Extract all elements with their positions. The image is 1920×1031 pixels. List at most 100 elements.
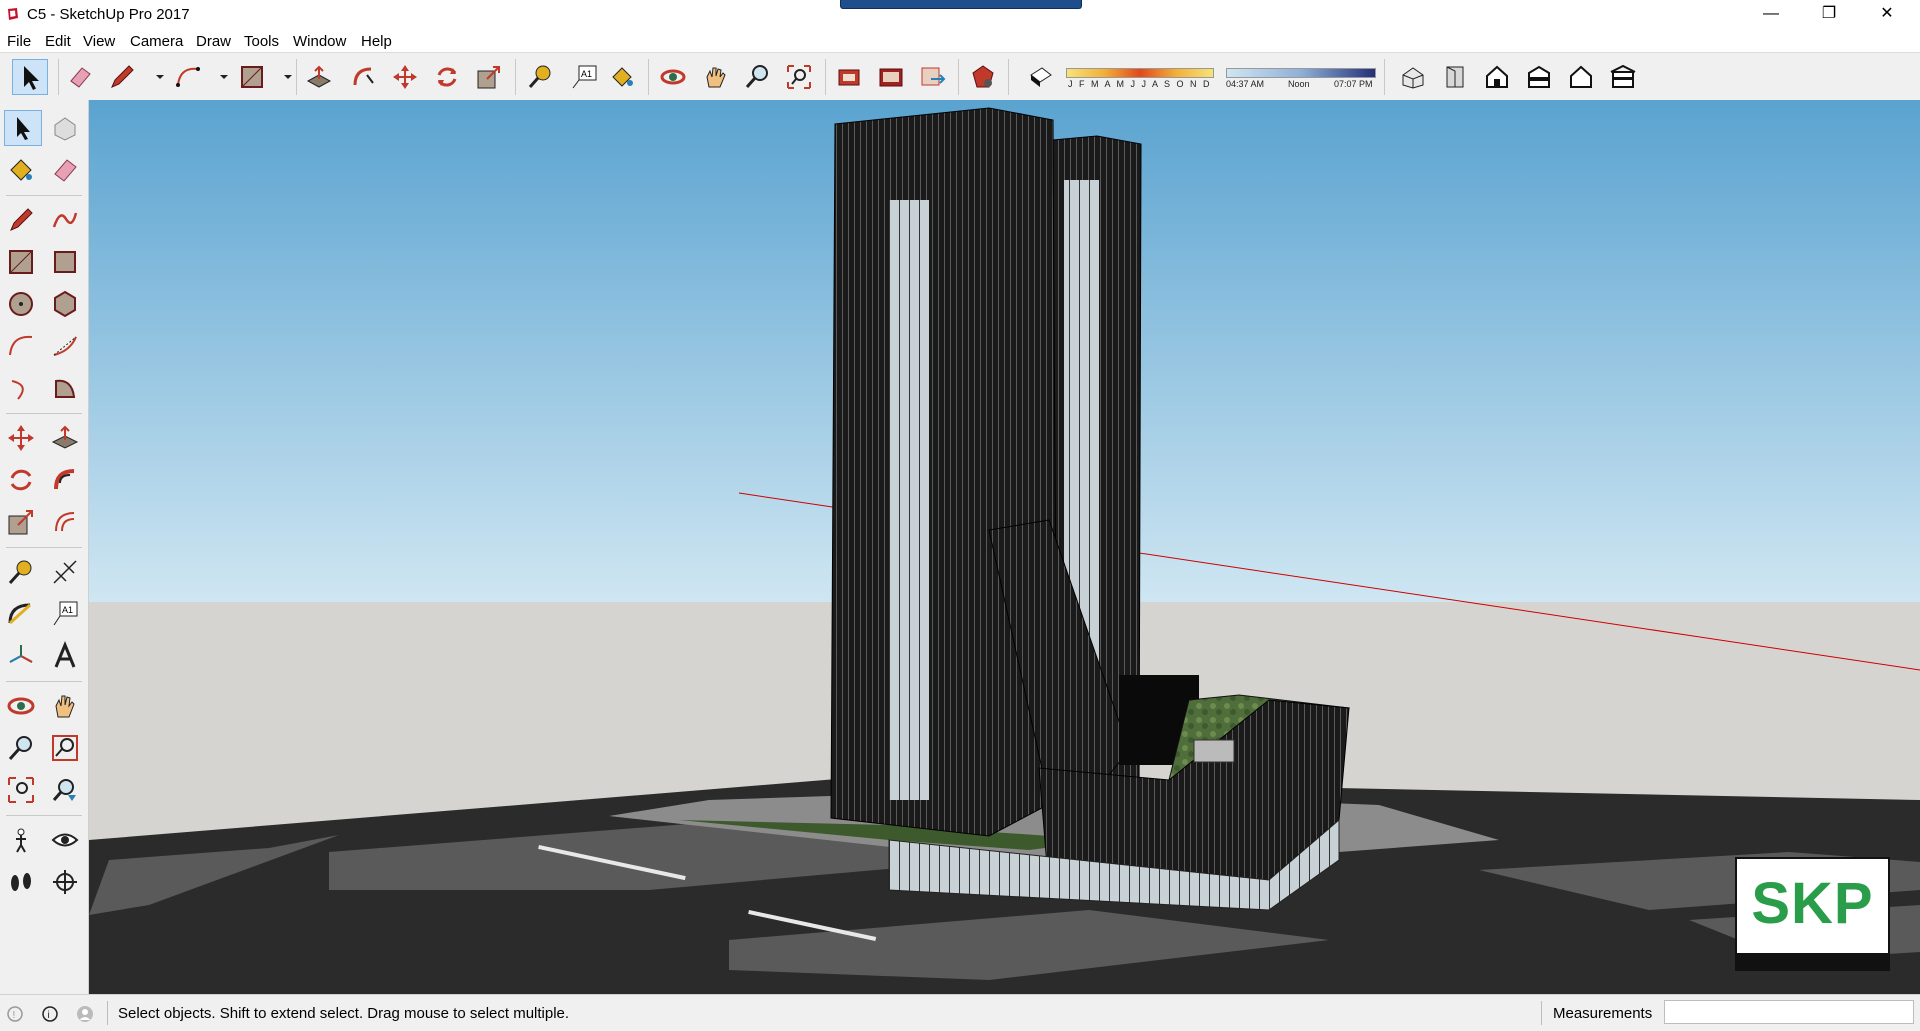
previous-view-icon[interactable] [50,775,80,805]
pencil-icon[interactable] [108,63,136,91]
left-view-icon[interactable] [1609,63,1637,91]
orbit-icon[interactable] [659,63,687,91]
dimension-icon[interactable] [50,557,80,587]
orbit-icon[interactable] [6,691,36,721]
model-viewport[interactable] [89,100,1920,994]
scale-icon[interactable] [475,63,503,91]
menu-tools[interactable]: Tools [244,33,279,50]
watermark-text: SKP [1751,871,1874,936]
shadow-months-label: J F M A M J J A S O N D [1068,79,1212,89]
select-arrow-icon [17,117,30,140]
menu-edit[interactable]: Edit [45,33,71,50]
circle-icon[interactable] [6,289,36,319]
text-icon[interactable]: A1 [50,599,80,629]
menu-file[interactable]: File [7,33,31,50]
select-tool-button[interactable] [12,59,48,95]
chevron-down-icon[interactable] [210,63,238,91]
walk-icon[interactable] [6,867,36,897]
rectangle-icon[interactable] [238,63,266,91]
shadow-time-start: 04:37 AM [1226,79,1265,89]
progress-indicator [840,0,1082,9]
menu-view[interactable]: View [83,33,115,50]
eraser-icon[interactable] [66,63,94,91]
rotated-rectangle-icon[interactable] [50,247,80,277]
pan-hand-icon[interactable] [50,691,80,721]
chevron-down-icon[interactable] [274,63,302,91]
zoom-extents-icon[interactable] [785,63,813,91]
shadow-time-end: 07:07 PM [1334,79,1373,89]
section-plane-icon[interactable] [50,867,80,897]
look-around-icon[interactable] [50,825,80,855]
select-arrow-icon [24,66,39,90]
back-view-icon[interactable] [1567,63,1595,91]
svg-text:i: i [48,1010,50,1021]
geo-location-icon[interactable]: ! [6,1005,24,1023]
arc-icon[interactable] [174,63,202,91]
pan-hand-icon[interactable] [701,63,729,91]
menu-camera[interactable]: Camera [130,33,183,50]
sketchup-logo-icon [8,8,18,20]
watermark-bar [1737,953,1888,969]
rotate-icon[interactable] [6,465,36,495]
3d-warehouse-icon[interactable] [835,63,863,91]
line-icon[interactable] [6,205,36,235]
offset-icon[interactable] [50,507,80,537]
zoom-icon[interactable] [6,733,36,763]
eraser-icon[interactable] [50,155,80,185]
toolbar-separator [6,195,82,196]
scale-icon[interactable] [6,507,36,537]
push-pull-icon[interactable] [50,423,80,453]
follow-me-icon[interactable] [50,465,80,495]
axes-icon[interactable] [6,641,36,671]
rotate-icon[interactable] [433,63,461,91]
tape-measure-icon[interactable] [6,557,36,587]
shadows-toggle-icon[interactable] [1026,63,1054,91]
chevron-down-icon[interactable] [146,63,174,91]
svg-text:A1: A1 [62,605,73,615]
protractor-icon[interactable] [6,599,36,629]
skp-watermark: SKP [1735,857,1890,971]
menu-help[interactable]: Help [361,33,392,50]
polygon-icon[interactable] [50,289,80,319]
freehand-icon[interactable] [50,205,80,235]
arc-icon[interactable] [6,331,36,361]
move-icon[interactable] [391,63,419,91]
main-toolbar: A1 J F M A M J J A S O N D 04:37 AM Noon… [0,52,1920,101]
tape-measure-icon[interactable] [526,63,554,91]
zoom-icon[interactable] [743,63,771,91]
rectangle-icon[interactable] [6,247,36,277]
top-view-icon[interactable] [1441,63,1469,91]
push-pull-icon[interactable] [305,63,333,91]
close-button[interactable]: ✕ [1858,0,1916,30]
credits-info-icon[interactable]: i [41,1005,59,1023]
menu-draw[interactable]: Draw [196,33,231,50]
two-point-arc-icon[interactable] [50,331,80,361]
text-icon[interactable]: A1 [570,63,598,91]
3d-text-icon[interactable] [50,641,80,671]
extension-warehouse-icon[interactable] [877,63,905,91]
paint-bucket-icon[interactable] [608,63,636,91]
front-view-icon[interactable] [1483,63,1511,91]
iso-view-icon[interactable] [1399,63,1427,91]
measurements-input[interactable] [1664,1000,1914,1024]
paint-bucket-icon[interactable] [6,155,36,185]
follow-me-icon[interactable] [349,63,377,91]
zoom-window-icon[interactable] [50,733,80,763]
zoom-extents-icon[interactable] [6,775,36,805]
make-component-icon[interactable] [50,113,80,143]
restore-button[interactable]: ❐ [1800,0,1858,30]
right-view-icon[interactable] [1525,63,1553,91]
pie-icon[interactable] [50,373,80,403]
minimize-button[interactable]: — [1742,0,1800,30]
position-camera-icon[interactable] [6,825,36,855]
move-icon[interactable] [6,423,36,453]
layout-send-icon[interactable] [919,63,947,91]
user-account-icon[interactable] [76,1005,94,1023]
left-select-tool[interactable] [4,110,42,146]
extension-manager-icon[interactable] [969,63,997,91]
toolbar-separator [6,815,82,816]
menu-window[interactable]: Window [293,33,346,50]
three-point-arc-icon[interactable] [6,373,36,403]
shadow-month-slider[interactable] [1066,68,1214,78]
shadow-time-slider[interactable] [1226,68,1376,78]
